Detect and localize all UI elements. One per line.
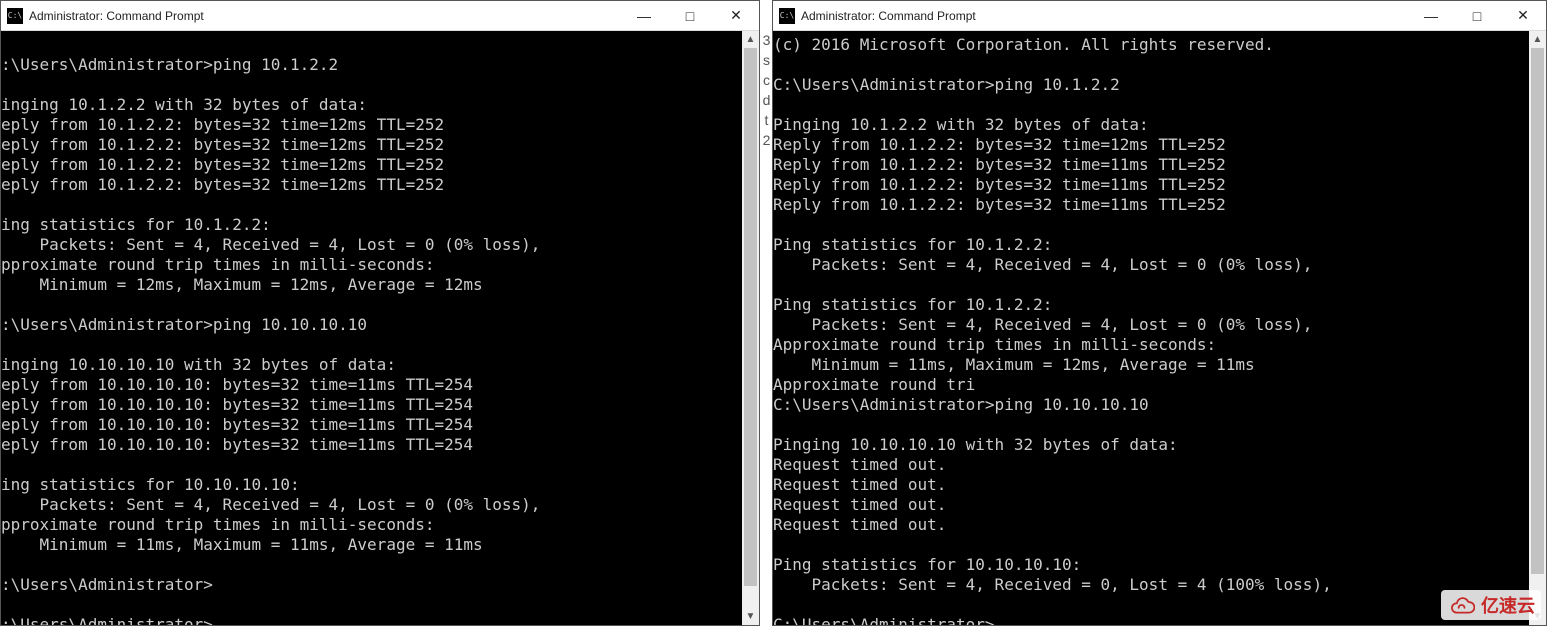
scroll-up-icon[interactable]: ▲	[742, 31, 759, 48]
close-button[interactable]: ✕	[713, 1, 759, 31]
scroll-up-icon[interactable]: ▲	[1529, 31, 1546, 48]
close-button[interactable]: ✕	[1500, 1, 1546, 31]
watermark: 亿速云	[1441, 590, 1541, 620]
maximize-button[interactable]: □	[1454, 1, 1500, 31]
minimize-button[interactable]: —	[621, 1, 667, 31]
minimize-button[interactable]: —	[1408, 1, 1454, 31]
scrollbar-left[interactable]: ▲ ▼	[742, 31, 759, 625]
cmd-window-right: C:\ Administrator: Command Prompt — □ ✕ …	[772, 0, 1547, 626]
scroll-thumb[interactable]	[1531, 48, 1544, 574]
cmd-icon: C:\	[7, 8, 23, 24]
maximize-button[interactable]: □	[667, 1, 713, 31]
cmd-icon: C:\	[779, 8, 795, 24]
terminal-output-left[interactable]: :\Users\Administrator>ping 10.1.2.2 ingi…	[1, 31, 742, 625]
titlebar-left[interactable]: C:\ Administrator: Command Prompt — □ ✕	[1, 1, 759, 31]
cmd-window-left: C:\ Administrator: Command Prompt — □ ✕ …	[0, 0, 760, 626]
scroll-track[interactable]	[1529, 48, 1546, 608]
titlebar-right[interactable]: C:\ Administrator: Command Prompt — □ ✕	[773, 1, 1546, 31]
scrollbar-right[interactable]: ▲ ▼	[1529, 31, 1546, 625]
window-divider	[760, 0, 772, 626]
window-title: Administrator: Command Prompt	[801, 9, 976, 23]
cloud-icon	[1447, 595, 1475, 615]
terminal-output-right[interactable]: (c) 2016 Microsoft Corporation. All righ…	[773, 31, 1529, 625]
watermark-text: 亿速云	[1481, 592, 1535, 618]
scroll-down-icon[interactable]: ▼	[742, 608, 759, 625]
scroll-thumb[interactable]	[744, 48, 757, 586]
window-title: Administrator: Command Prompt	[29, 9, 204, 23]
scroll-track[interactable]	[742, 48, 759, 608]
